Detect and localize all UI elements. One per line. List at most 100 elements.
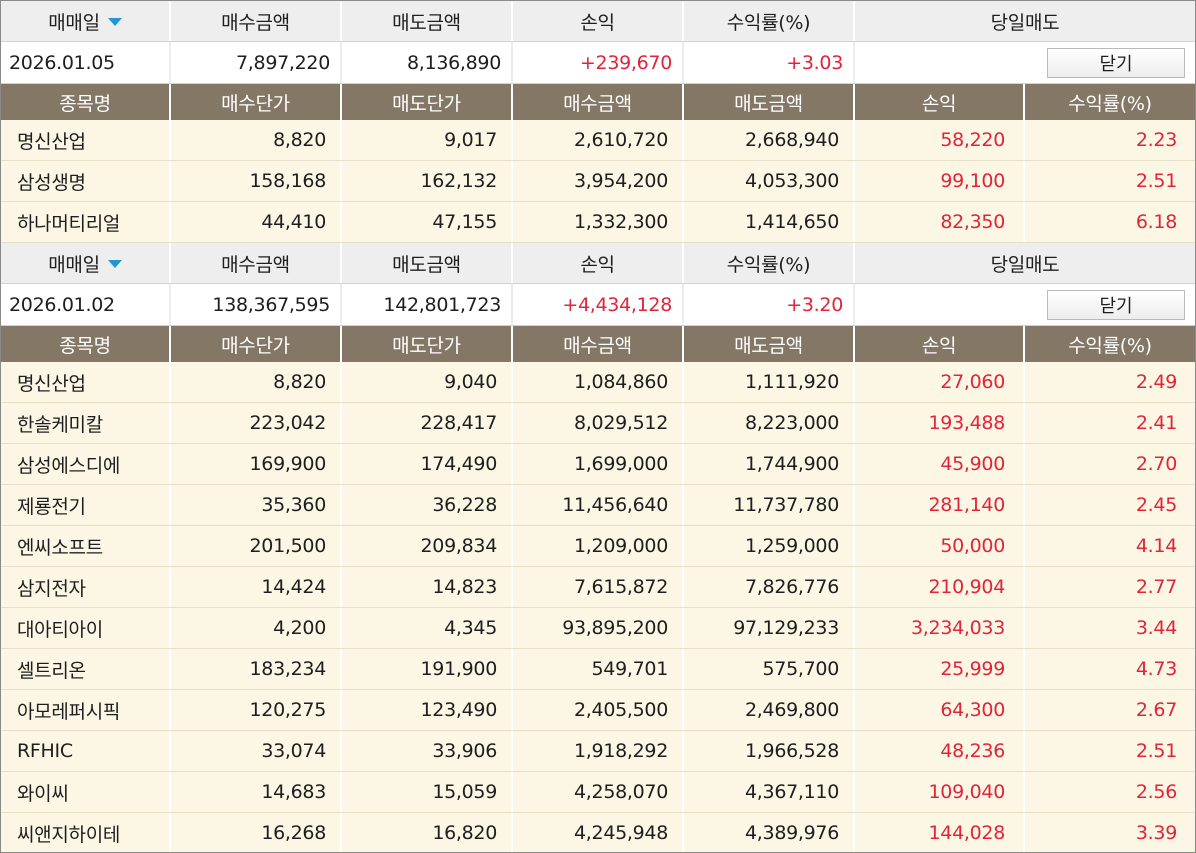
buy-price: 158,168 <box>171 161 342 201</box>
table-row[interactable]: 한솔케미칼 223,042 228,417 8,029,512 8,223,000 193… <box>1 403 1195 444</box>
stock-name: RFHIC <box>1 731 171 771</box>
column-header-sell-price[interactable]: 매도단가 <box>342 84 513 120</box>
return-rate: 2.77 <box>1135 576 1177 598</box>
buy-price: 14,424 <box>171 567 342 607</box>
summary-row: 2026.01.05 7,897,220 8,136,890 +239,670 +3.0… <box>1 42 1195 84</box>
return-rate: 2.51 <box>1135 740 1177 762</box>
buy-amount: 1,699,000 <box>513 444 684 484</box>
sell-amount: 2,668,940 <box>684 120 855 160</box>
column-header-buy-amount[interactable]: 매수금액 <box>513 84 684 120</box>
return-rate: 2.56 <box>1135 781 1177 803</box>
buy-amount: 11,456,640 <box>513 485 684 525</box>
table-row[interactable]: 삼성생명 158,168 162,132 3,954,200 4,053,300 99,1… <box>1 161 1195 202</box>
profit: 109,040 <box>855 772 1025 812</box>
profit: 50,000 <box>855 526 1025 566</box>
table-row[interactable]: 씨앤지하이테 16,268 16,820 4,245,948 4,389,976 144,… <box>1 813 1195 852</box>
return-rate: 3.44 <box>1135 617 1177 639</box>
return-rate: 2.51 <box>1135 170 1177 192</box>
table-row[interactable]: 하나머티리얼 44,410 47,155 1,332,300 1,414,650 82,3… <box>1 202 1195 243</box>
sell-amount: 2,469,800 <box>684 690 855 730</box>
buy-price: 33,074 <box>171 731 342 771</box>
summary-sell-amount: 142,801,723 <box>342 284 513 325</box>
summary-trade-date: 2026.01.05 <box>1 42 171 83</box>
sell-amount: 4,389,976 <box>684 813 855 852</box>
buy-price: 35,360 <box>171 485 342 525</box>
column-header-profit[interactable]: 손익 <box>855 326 1025 362</box>
table-row[interactable]: 아모레퍼시픽 120,275 123,490 2,405,500 2,469,800 64… <box>1 690 1195 731</box>
table-row[interactable]: 삼지전자 14,424 14,823 7,615,872 7,826,776 210,90… <box>1 567 1195 608</box>
stock-name: 삼성생명 <box>1 161 171 201</box>
summary-header-trade-date[interactable]: 매매일 <box>1 243 171 283</box>
sell-amount: 1,966,528 <box>684 731 855 771</box>
column-header-sell-amount[interactable]: 매도금액 <box>684 326 855 362</box>
buy-price: 8,820 <box>171 120 342 160</box>
column-header-buy-price[interactable]: 매수단가 <box>171 84 342 120</box>
column-header-sell-amount[interactable]: 매도금액 <box>684 84 855 120</box>
buy-amount: 93,895,200 <box>513 608 684 648</box>
table-row[interactable]: RFHIC 33,074 33,906 1,918,292 1,966,528 48,23… <box>1 731 1195 772</box>
sell-amount: 1,744,900 <box>684 444 855 484</box>
summary-header-same-day-sell: 당일매도 <box>855 1 1195 41</box>
stock-name: 와이씨 <box>1 772 171 812</box>
summary-header-label: 손익 <box>580 253 615 276</box>
table-row[interactable]: 삼성에스디에 169,900 174,490 1,699,000 1,744,900 45… <box>1 444 1195 485</box>
return-rate: 4.14 <box>1135 535 1177 557</box>
close-button[interactable]: 닫기 <box>1047 47 1185 78</box>
close-button[interactable]: 닫기 <box>1047 289 1185 320</box>
same-day-sell-cell: 닫기 <box>855 42 1195 83</box>
stock-name: 제룡전기 <box>1 485 171 525</box>
profit: 82,350 <box>855 202 1025 242</box>
summary-trade-date: 2026.01.02 <box>1 284 171 325</box>
table-row[interactable]: 엔씨소프트 201,500 209,834 1,209,000 1,259,000 50,… <box>1 526 1195 567</box>
buy-price: 44,410 <box>171 202 342 242</box>
table-row[interactable]: 명신산업 8,820 9,017 2,610,720 2,668,940 58,220 2.… <box>1 120 1195 161</box>
return-rate: 6.18 <box>1135 211 1177 233</box>
column-header-return-rate[interactable]: 수익률(%) <box>1025 84 1195 120</box>
column-header-profit[interactable]: 손익 <box>855 84 1025 120</box>
column-header-sell-price[interactable]: 매도단가 <box>342 326 513 362</box>
sell-amount: 8,223,000 <box>684 403 855 443</box>
sort-down-icon[interactable] <box>107 18 122 26</box>
sell-amount: 4,053,300 <box>684 161 855 201</box>
sell-amount: 4,367,110 <box>684 772 855 812</box>
summary-header-label: 손익 <box>580 11 615 34</box>
sell-price: 228,417 <box>342 403 513 443</box>
column-header-name[interactable]: 종목명 <box>1 84 171 120</box>
buy-amount: 1,332,300 <box>513 202 684 242</box>
summary-return-rate: +3.03 <box>684 42 855 83</box>
summary-header-label: 매수금액 <box>221 11 290 34</box>
buy-amount: 7,615,872 <box>513 567 684 607</box>
table-row[interactable]: 제룡전기 35,360 36,228 11,456,640 11,737,780 281,… <box>1 485 1195 526</box>
sell-price: 15,059 <box>342 772 513 812</box>
table-row[interactable]: 대아티아이 4,200 4,345 93,895,200 97,129,233 3,234… <box>1 608 1195 649</box>
sell-price: 9,017 <box>342 120 513 160</box>
column-header-buy-price[interactable]: 매수단가 <box>171 326 342 362</box>
summary-row: 2026.01.02 138,367,595 142,801,723 +4,434,1… <box>1 284 1195 326</box>
buy-price: 16,268 <box>171 813 342 852</box>
sell-price: 209,834 <box>342 526 513 566</box>
column-header-name[interactable]: 종목명 <box>1 326 171 362</box>
sell-price: 33,906 <box>342 731 513 771</box>
return-rate: 2.67 <box>1135 699 1177 721</box>
summary-header-label: 매매일 <box>48 253 100 276</box>
buy-price: 169,900 <box>171 444 342 484</box>
sell-amount: 1,414,650 <box>684 202 855 242</box>
sort-down-icon[interactable] <box>107 260 122 268</box>
profit: 99,100 <box>855 161 1025 201</box>
column-header-row: 종목명 매수단가 매도단가 매수금액 매도금액 손익 수익률(%) <box>1 326 1195 362</box>
table-row[interactable]: 명신산업 8,820 9,040 1,084,860 1,111,920 27,060 2.… <box>1 362 1195 403</box>
column-header-return-rate[interactable]: 수익률(%) <box>1025 326 1195 362</box>
column-header-buy-amount[interactable]: 매수금액 <box>513 326 684 362</box>
buy-amount: 549,701 <box>513 649 684 689</box>
return-rate: 2.49 <box>1135 371 1177 393</box>
sell-price: 191,900 <box>342 649 513 689</box>
buy-amount: 2,405,500 <box>513 690 684 730</box>
table-row[interactable]: 셀트리온 183,234 191,900 549,701 575,700 25,999 4.… <box>1 649 1195 690</box>
table-row[interactable]: 와이씨 14,683 15,059 4,258,070 4,367,110 109,040… <box>1 772 1195 813</box>
column-header-row: 종목명 매수단가 매도단가 매수금액 매도금액 손익 수익률(%) <box>1 84 1195 120</box>
profit: 48,236 <box>855 731 1025 771</box>
summary-header-label: 당일매도 <box>990 11 1060 34</box>
sell-amount: 1,259,000 <box>684 526 855 566</box>
sell-price: 162,132 <box>342 161 513 201</box>
summary-header-trade-date[interactable]: 매매일 <box>1 1 171 41</box>
